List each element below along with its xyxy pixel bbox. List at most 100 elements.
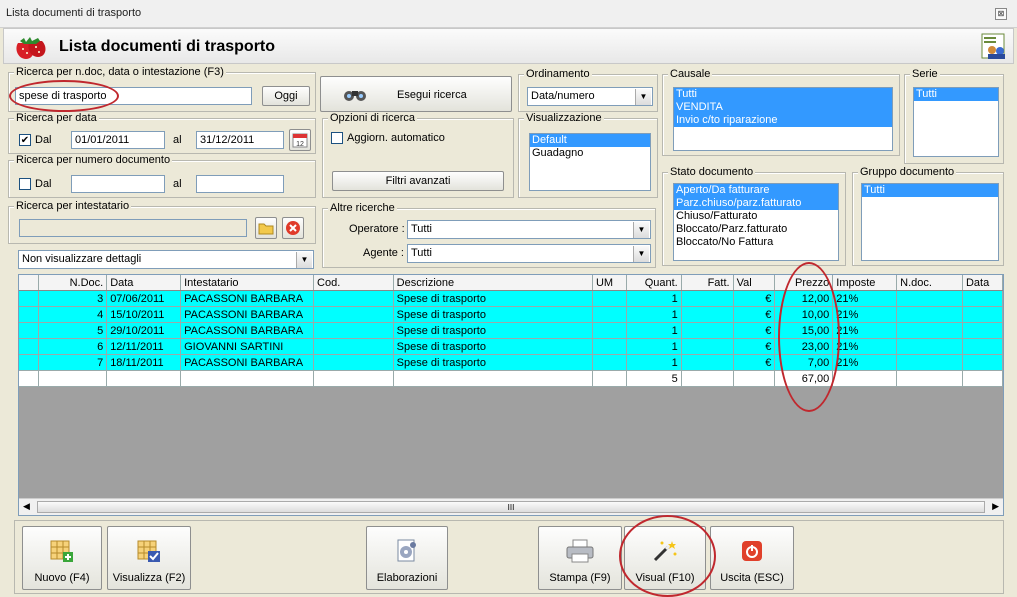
row-selector[interactable] — [19, 338, 40, 355]
process-button[interactable]: Elaborazioni — [366, 526, 448, 590]
list-item[interactable]: Aperto/Da fatturare — [674, 184, 838, 197]
new-doc-icon — [50, 540, 73, 562]
list-item[interactable]: Tutti — [674, 88, 892, 101]
row-selector[interactable] — [19, 322, 40, 339]
new-button[interactable]: Nuovo (F4) — [22, 526, 102, 590]
table-row[interactable]: 3 07/06/2011 PACASSONI BARBARA Spese di tra… — [19, 290, 1003, 307]
table-cell: 12,00 — [774, 290, 834, 307]
column-header[interactable]: Data — [962, 275, 1003, 291]
chevron-down-icon[interactable]: ▼ — [635, 89, 651, 105]
column-header[interactable]: N.Doc. — [38, 275, 108, 291]
number-from-input[interactable] — [71, 175, 165, 193]
users-icon[interactable] — [981, 33, 1007, 61]
number-from-checkbox[interactable] — [19, 178, 31, 190]
search-button[interactable]: Esegui ricerca — [320, 76, 512, 112]
column-header[interactable]: Fatt. — [681, 275, 734, 291]
date-to-label: al — [173, 134, 182, 146]
advanced-filters-button[interactable]: Filtri avanzati — [332, 171, 504, 191]
list-item[interactable]: Tutti — [862, 184, 998, 197]
table-row[interactable]: 5 29/10/2011 PACASSONI BARBARA Spese di tra… — [19, 322, 1003, 339]
table-cell: 21% — [832, 354, 898, 371]
date-search-group: Ricerca per data ✔ Dal 01/01/2011 al 31/… — [8, 112, 316, 154]
agent-select[interactable]: Tutti ▼ — [407, 244, 651, 263]
today-button[interactable]: Oggi — [262, 86, 310, 106]
column-header[interactable]: N.doc. — [896, 275, 963, 291]
scroll-left-icon[interactable]: ◀ — [23, 501, 30, 512]
causale-group: Causale Tutti VENDITA Invio c/to riparaz… — [662, 68, 900, 156]
folder-button[interactable] — [255, 217, 277, 239]
causale-label: Causale — [668, 68, 713, 80]
chevron-down-icon[interactable]: ▼ — [296, 252, 312, 268]
list-item[interactable]: Chiuso/Fatturato — [674, 210, 838, 223]
table-cell: Spese di trasporto — [393, 354, 593, 371]
ordering-select[interactable]: Data/numero ▼ — [527, 87, 653, 106]
page-title: Lista documenti di trasporto — [59, 38, 276, 55]
table-cell — [313, 354, 394, 371]
calendar-button[interactable]: 12 — [289, 129, 311, 151]
table-row[interactable]: 7 18/11/2011 PACASSONI BARBARA Spese di tra… — [19, 354, 1003, 371]
list-item[interactable]: Parz.chiuso/parz.fatturato — [674, 197, 838, 210]
table-cell: PACASSONI BARBARA — [180, 354, 315, 371]
view-button[interactable]: Visualizza (F2) — [107, 526, 191, 590]
list-item[interactable]: Invio c/to riparazione — [674, 114, 892, 127]
table-cell — [681, 306, 734, 323]
print-button[interactable]: Stampa (F9) — [538, 526, 622, 590]
holder-input[interactable] — [19, 219, 247, 237]
date-search-label: Ricerca per data — [14, 112, 99, 124]
detail-combo[interactable]: Non visualizzare dettagli ▼ — [18, 250, 314, 269]
column-header[interactable]: Data — [106, 275, 182, 291]
date-from-checkbox[interactable]: ✔ — [19, 134, 31, 146]
table-cell — [180, 370, 315, 387]
column-header[interactable]: UM — [592, 275, 627, 291]
column-header[interactable]: Prezzo — [774, 275, 834, 291]
horizontal-scrollbar[interactable]: ◀ III ▶ — [19, 498, 1003, 515]
serie-label: Serie — [910, 68, 940, 80]
exit-button[interactable]: Uscita (ESC) — [710, 526, 794, 590]
column-header[interactable]: Descrizione — [393, 275, 593, 291]
number-to-input[interactable] — [196, 175, 284, 193]
auto-update-checkbox[interactable] — [331, 132, 343, 144]
view-label: Visualizzazione — [524, 112, 604, 124]
view-list[interactable]: Default Guadagno — [529, 133, 651, 191]
serie-list[interactable]: Tutti — [913, 87, 999, 157]
column-header[interactable]: Cod. — [313, 275, 394, 291]
power-icon — [742, 541, 762, 561]
causale-list[interactable]: Tutti VENDITA Invio c/to riparazione — [673, 87, 893, 151]
column-header[interactable]: Quant. — [626, 275, 682, 291]
auto-update-label: Aggiorn. automatico — [347, 132, 445, 144]
row-selector[interactable] — [19, 306, 40, 323]
list-item[interactable]: Tutti — [914, 88, 998, 101]
documents-grid[interactable]: N.Doc. Data Intestatario Cod. Descrizione UM Q… — [18, 274, 1004, 516]
visual-button[interactable]: Visual (F10) — [624, 526, 706, 590]
chevron-down-icon[interactable]: ▼ — [633, 246, 649, 262]
list-item[interactable]: Default — [530, 134, 650, 147]
scroll-right-icon[interactable]: ▶ — [992, 501, 999, 512]
date-from-input[interactable]: 01/01/2011 — [71, 131, 165, 149]
scrollbar-thumb[interactable]: III — [37, 501, 985, 513]
table-row[interactable]: 6 12/11/2011 GIOVANNI SARTINI Spese di tras… — [19, 338, 1003, 355]
row-header-corner — [19, 275, 40, 291]
delete-button[interactable] — [282, 217, 304, 239]
operator-select[interactable]: Tutti ▼ — [407, 220, 651, 239]
column-header[interactable]: Intestatario — [180, 275, 315, 291]
table-cell — [962, 370, 1003, 387]
gruppo-list[interactable]: Tutti — [861, 183, 999, 261]
column-header[interactable]: Val — [733, 275, 776, 291]
row-selector[interactable] — [19, 354, 40, 371]
table-cell: Spese di trasporto — [393, 322, 593, 339]
column-header[interactable]: Imposte — [832, 275, 898, 291]
delete-icon — [286, 221, 300, 235]
close-icon[interactable]: ⊠ — [995, 8, 1007, 20]
list-item[interactable]: VENDITA — [674, 101, 892, 114]
search-input[interactable]: spese di trasporto — [15, 87, 252, 105]
date-to-input[interactable]: 31/12/2011 — [196, 131, 284, 149]
list-item[interactable]: Bloccato/No Fattura — [674, 236, 838, 249]
table-row[interactable]: 4 15/10/2011 PACASSONI BARBARA Spese di tra… — [19, 306, 1003, 323]
chevron-down-icon[interactable]: ▼ — [633, 222, 649, 238]
list-item[interactable]: Guadagno — [530, 147, 650, 160]
view-button-label: Visualizza (F2) — [112, 572, 186, 584]
list-item[interactable]: Bloccato/Parz.fatturato — [674, 223, 838, 236]
print-button-label: Stampa (F9) — [549, 572, 611, 584]
row-selector[interactable] — [19, 290, 40, 307]
stato-list[interactable]: Aperto/Da fatturare Parz.chiuso/parz.fat… — [673, 183, 839, 261]
